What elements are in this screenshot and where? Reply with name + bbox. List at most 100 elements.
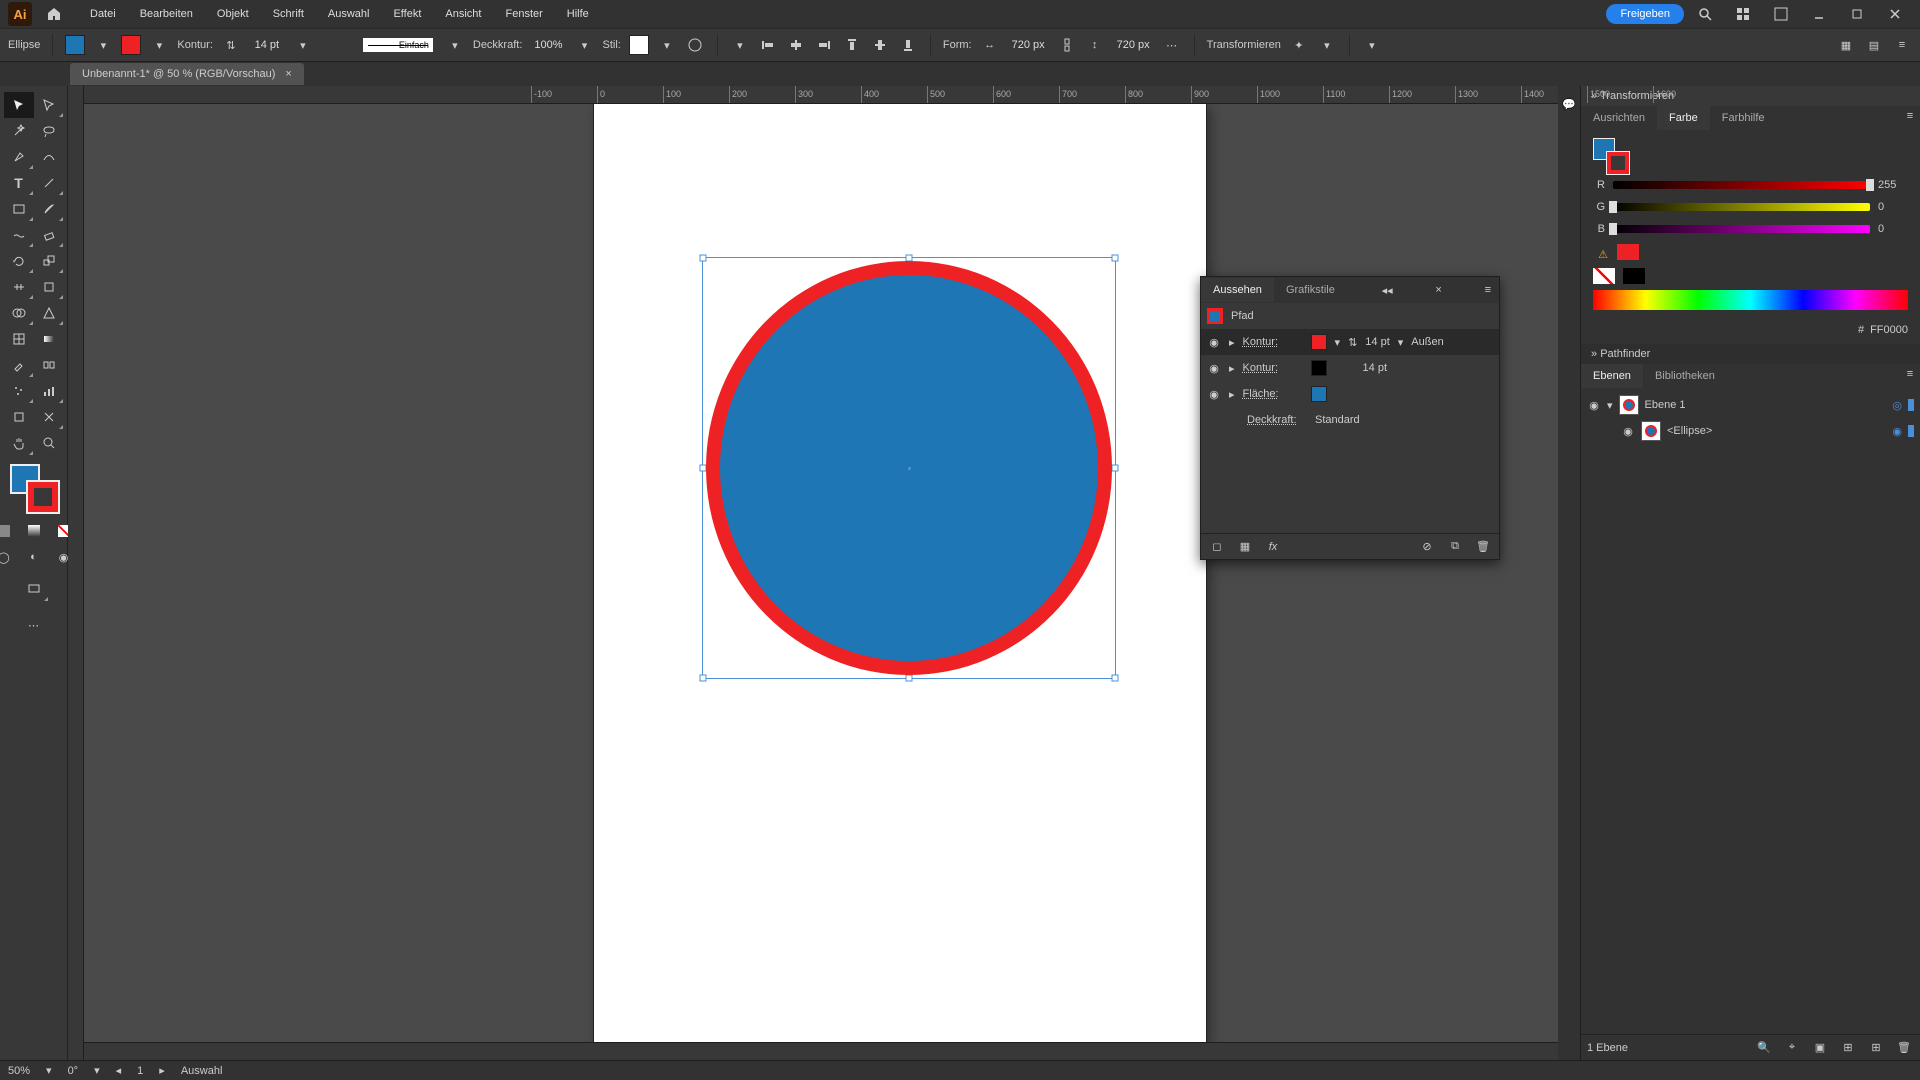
horizontal-ruler[interactable]: -100010020030040050060070080090010001100… [84, 86, 1558, 104]
align-left-icon[interactable] [758, 35, 778, 55]
hand-tool[interactable] [4, 430, 34, 456]
slider-value[interactable]: 0 [1878, 223, 1908, 235]
zoom-dropdown-icon[interactable]: ▾ [46, 1064, 52, 1077]
type-tool[interactable]: T [4, 170, 34, 196]
share-button[interactable]: Freigeben [1606, 4, 1684, 24]
menu-auswahl[interactable]: Auswahl [318, 4, 380, 24]
appearance-row-opacity[interactable]: Deckkraft: Standard [1201, 407, 1499, 433]
expand-icon[interactable]: ▸ [1229, 336, 1235, 349]
free-transform-tool[interactable] [34, 274, 64, 300]
row-align[interactable]: Außen [1411, 336, 1443, 348]
menu-objekt[interactable]: Objekt [207, 4, 259, 24]
select-indicator[interactable] [1908, 425, 1914, 437]
stroke-box[interactable] [28, 482, 58, 512]
canvas[interactable] [84, 104, 1558, 1042]
stroke-weight-dropdown-icon[interactable]: ▾ [293, 35, 313, 55]
artboard-field[interactable]: 1 [137, 1065, 143, 1077]
panel-menu-icon[interactable]: ≡ [1900, 106, 1920, 126]
select-indicator[interactable] [1908, 399, 1914, 411]
rotation-field[interactable]: 0° [68, 1065, 79, 1077]
new-layer-icon[interactable]: ⊞ [1866, 1038, 1886, 1058]
zoom-field[interactable]: 50% [8, 1065, 30, 1077]
appearance-row-flaeche[interactable]: ◉ ▸ Fläche: [1201, 381, 1499, 407]
color-slider[interactable] [1613, 203, 1870, 211]
tab-aussehen[interactable]: Aussehen [1201, 278, 1274, 302]
clear-icon[interactable]: ⊘ [1417, 537, 1437, 557]
row-value[interactable]: 14 pt [1363, 362, 1387, 374]
layers-search-icon[interactable]: 🔍 [1754, 1038, 1774, 1058]
tab-farbhilfe[interactable]: Farbhilfe [1710, 106, 1777, 130]
mesh-tool[interactable] [4, 326, 34, 352]
tab-grafikstile[interactable]: Grafikstile [1274, 278, 1347, 302]
pen-tool[interactable] [4, 144, 34, 170]
artboard-nav-next-icon[interactable]: ▸ [159, 1064, 165, 1077]
artboard-tool[interactable] [4, 404, 34, 430]
row-swatch[interactable] [1311, 360, 1327, 376]
hex-field[interactable]: FF0000 [1870, 324, 1908, 336]
opacity-dropdown-icon[interactable]: ▾ [575, 35, 595, 55]
workspace-icon[interactable] [1768, 1, 1794, 27]
align-top-icon[interactable] [842, 35, 862, 55]
shape-builder-tool[interactable] [4, 300, 34, 326]
draw-behind-icon[interactable]: ◐ [19, 544, 49, 570]
edit-toolbar-icon[interactable]: ⋯ [19, 612, 49, 638]
visibility-icon[interactable]: ◉ [1207, 387, 1221, 401]
eyedropper-tool[interactable] [4, 352, 34, 378]
fill-dropdown-icon[interactable]: ▾ [93, 35, 113, 55]
eraser-tool[interactable] [34, 222, 64, 248]
link-wh-icon[interactable] [1057, 35, 1077, 55]
selection-tool[interactable] [4, 92, 34, 118]
search-icon[interactable] [1692, 1, 1718, 27]
color-mode-icon[interactable] [0, 518, 19, 544]
sublayer-thumb[interactable] [1641, 421, 1661, 441]
panel-menu-icon[interactable]: ≡ [1900, 364, 1920, 384]
home-icon[interactable] [42, 2, 66, 26]
align-right-icon[interactable] [814, 35, 834, 55]
slider-value[interactable]: 0 [1878, 201, 1908, 213]
row-swatch[interactable] [1311, 334, 1327, 350]
symbol-sprayer-tool[interactable] [4, 378, 34, 404]
gradient-mode-icon[interactable] [19, 518, 49, 544]
arrange-menu-icon[interactable]: ▾ [1362, 35, 1382, 55]
slice-tool[interactable] [34, 404, 64, 430]
expand-icon[interactable]: ▾ [1607, 399, 1613, 412]
target-icon[interactable]: ◉ [1892, 425, 1902, 438]
target-icon[interactable]: ◎ [1892, 399, 1902, 412]
tab-ausrichten[interactable]: Ausrichten [1581, 106, 1657, 130]
mini-fill-stroke[interactable] [1593, 138, 1629, 174]
screen-mode-icon[interactable] [19, 576, 49, 602]
artboard-nav-prev-icon[interactable]: ◂ [116, 1064, 122, 1077]
expand-icon[interactable]: ▸ [1229, 362, 1235, 375]
comment-icon[interactable]: 💬 [1559, 94, 1579, 114]
align-vcenter-icon[interactable] [870, 35, 890, 55]
curvature-tool[interactable] [34, 144, 64, 170]
gamut-swatch[interactable] [1617, 244, 1639, 260]
menu-ansicht[interactable]: Ansicht [435, 4, 491, 24]
color-slider[interactable] [1613, 181, 1870, 189]
width-tool[interactable] [4, 274, 34, 300]
blend-tool[interactable] [34, 352, 64, 378]
gpu-icon[interactable]: ▤ [1864, 35, 1884, 55]
align-bottom-icon[interactable] [898, 35, 918, 55]
sublayer-row[interactable]: ◉ <Ellipse> ◉ [1581, 418, 1920, 444]
tab-farbe[interactable]: Farbe [1657, 106, 1710, 130]
sublayer-name[interactable]: <Ellipse> [1667, 425, 1712, 437]
line-tool[interactable] [34, 170, 64, 196]
shaper-tool[interactable] [4, 222, 34, 248]
expand-icon[interactable]: ▸ [1229, 388, 1235, 401]
visibility-icon[interactable]: ◉ [1207, 361, 1221, 375]
stroke-dropdown-icon[interactable]: ▾ [149, 35, 169, 55]
value-dropdown-icon[interactable]: ▾ [1398, 336, 1404, 349]
delete-layer-icon[interactable]: 🗑 [1894, 1038, 1914, 1058]
black-swatch[interactable] [1623, 268, 1645, 284]
layer-thumb[interactable] [1619, 395, 1639, 415]
rotate-tool[interactable] [4, 248, 34, 274]
color-slider[interactable] [1613, 225, 1870, 233]
none-swatch[interactable] [1593, 268, 1615, 284]
menu-effekt[interactable]: Effekt [383, 4, 431, 24]
isolate-icon[interactable]: ▾ [1317, 35, 1337, 55]
stroke-stepper-icon[interactable]: ⇅ [221, 35, 241, 55]
visibility-icon[interactable] [1207, 413, 1221, 427]
draw-normal-icon[interactable]: ◯ [0, 544, 19, 570]
arrange-icon[interactable] [1730, 1, 1756, 27]
